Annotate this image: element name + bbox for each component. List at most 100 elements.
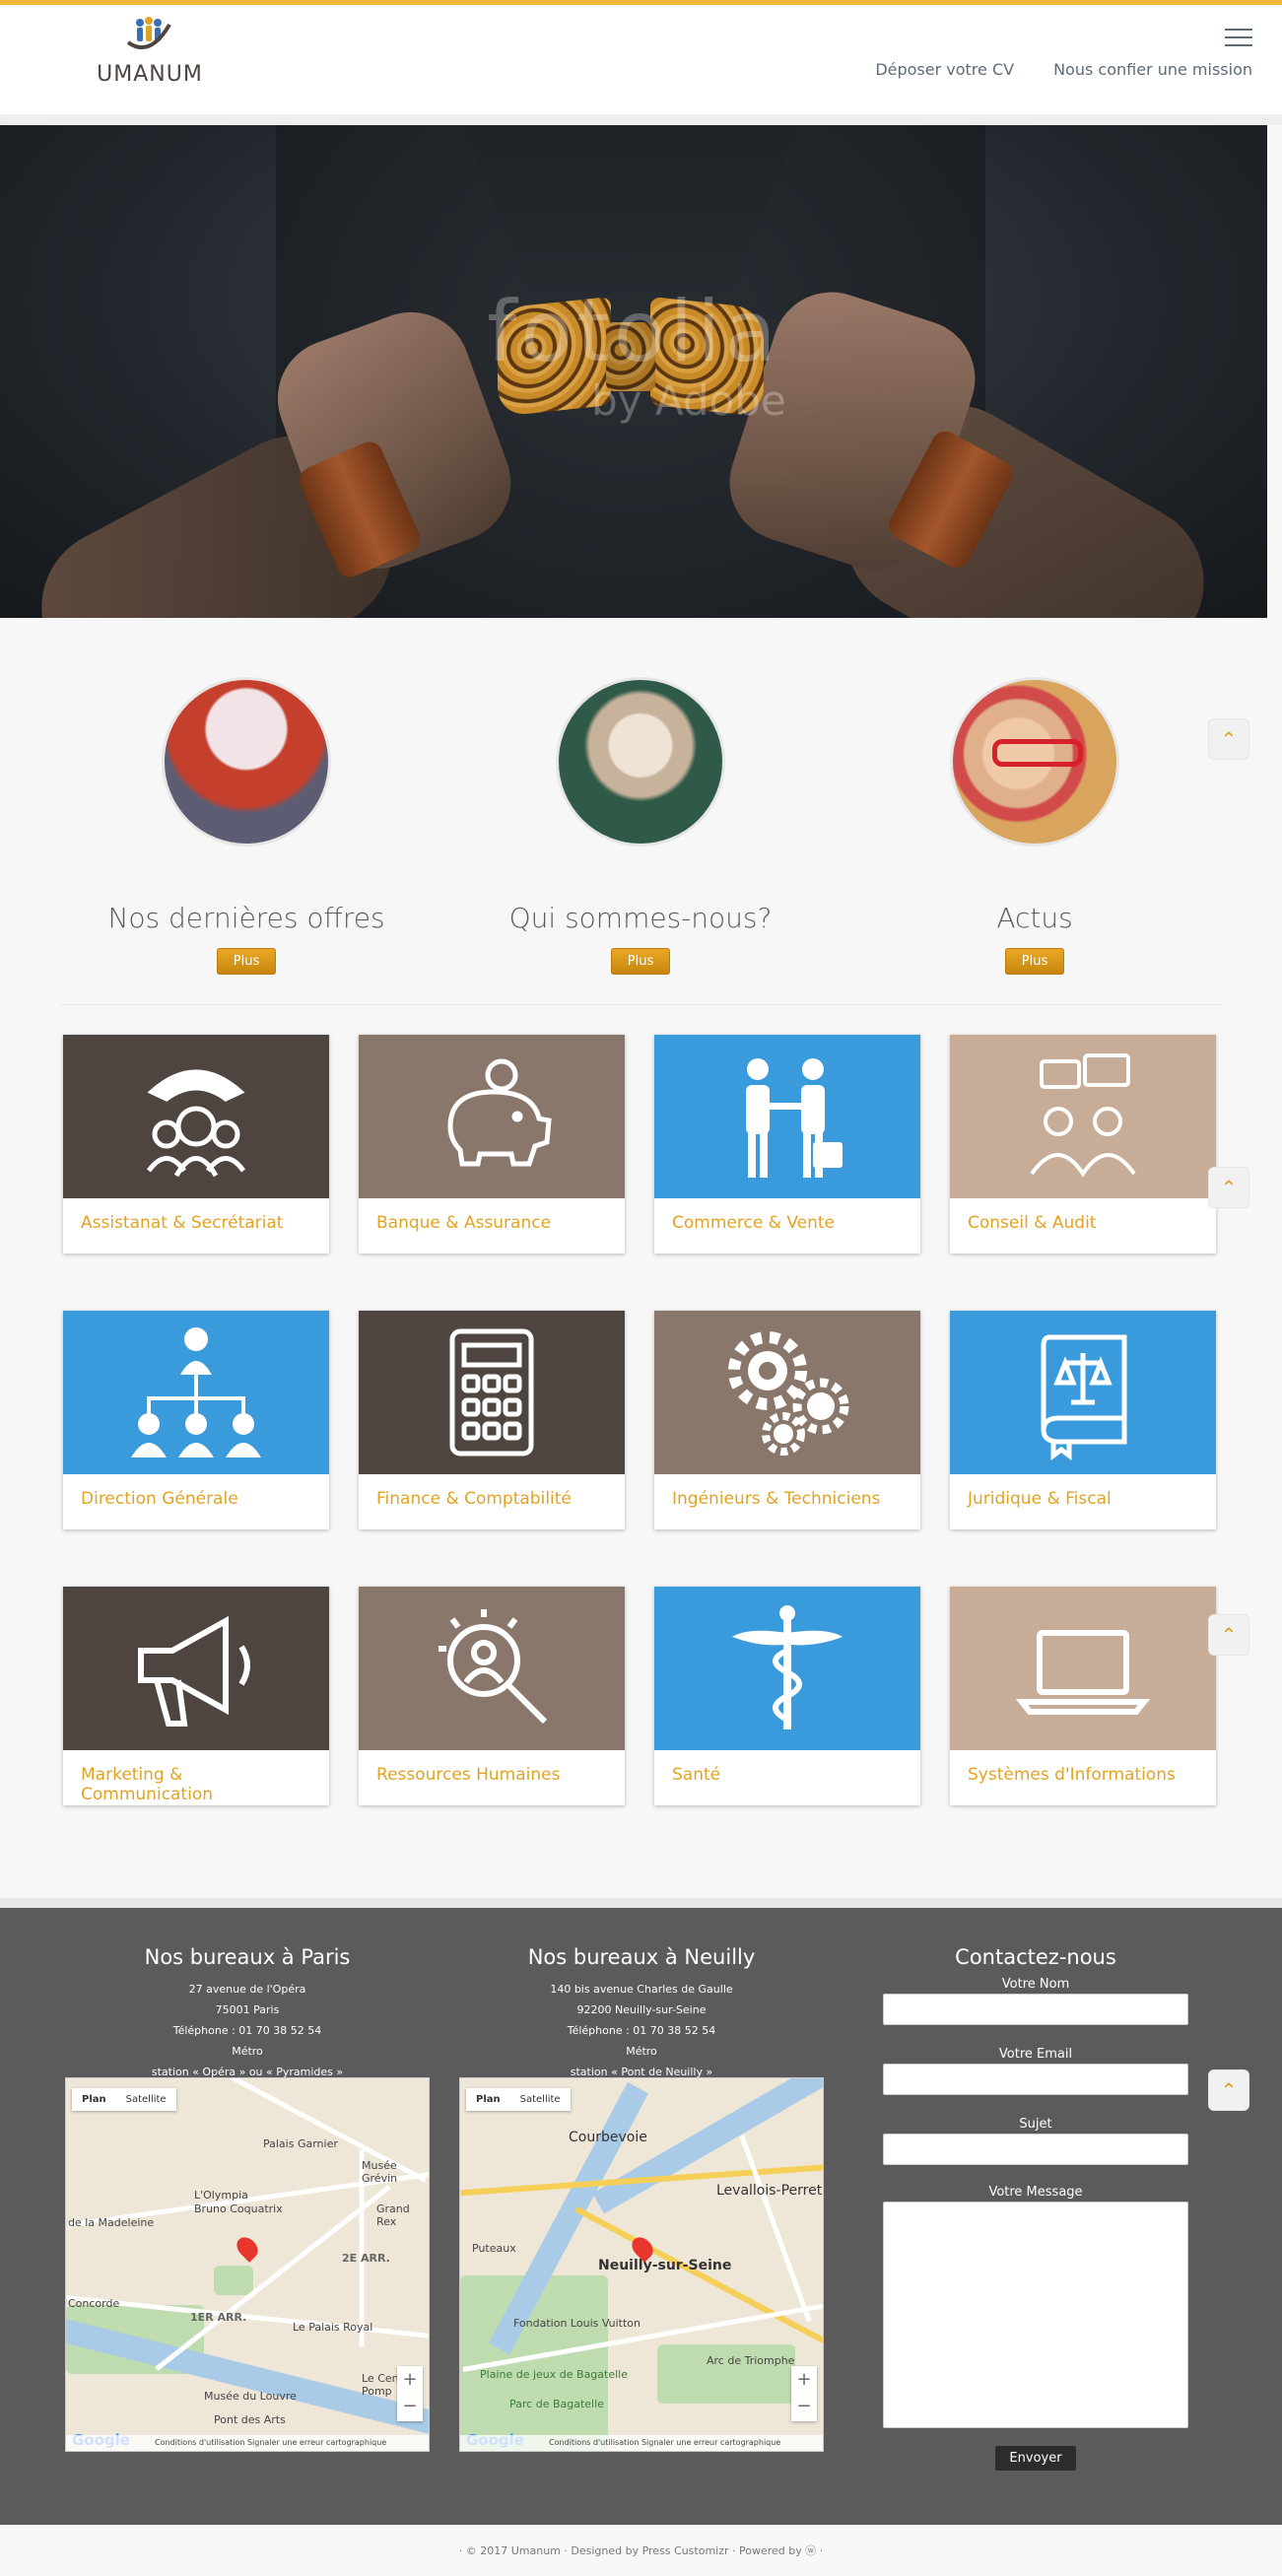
sector-card[interactable]: Finance & Comptabilité: [359, 1311, 625, 1529]
main-nav: Déposer votre CV Nous confier une missio…: [875, 60, 1252, 79]
sector-card[interactable]: Conseil & Audit: [950, 1035, 1216, 1254]
megaphone-icon: [138, 1615, 250, 1727]
name-input[interactable]: [883, 1994, 1188, 2025]
sector-card[interactable]: Ingénieurs & Techniciens: [654, 1311, 920, 1529]
watermark-sub: by Adobe: [591, 376, 786, 425]
featured-pages: Nos dernières offres Plus Qui sommes-nou…: [49, 677, 1232, 975]
featured-offres: Nos dernières offres Plus: [49, 677, 443, 975]
nav-deposer-cv[interactable]: Déposer votre CV: [875, 60, 1014, 79]
scroll-up-button[interactable]: ⌃: [1208, 2069, 1249, 2111]
chevron-up-icon: ⌃: [1220, 727, 1238, 751]
map-label: Parc de Bagatelle: [509, 2398, 604, 2410]
sector-card[interactable]: Ressources Humaines: [359, 1587, 625, 1805]
logo-people-icon: [126, 17, 171, 49]
subject-input[interactable]: [883, 2134, 1188, 2165]
plus-button[interactable]: Plus: [610, 948, 671, 975]
contact-form: Contactez-nous Votre Nom Votre Email Suj…: [883, 1945, 1188, 2471]
caduceus-icon: [732, 1605, 843, 1729]
scroll-up-button[interactable]: ⌃: [1208, 1167, 1249, 1208]
map-label: Concorde: [68, 2297, 120, 2310]
send-button[interactable]: Envoyer: [995, 2446, 1076, 2471]
map-label: Fondation Louis Vuitton: [513, 2317, 641, 2330]
scroll-up-button[interactable]: ⌃: [1208, 718, 1249, 760]
email-input[interactable]: [883, 2064, 1188, 2095]
hero-banner-image: fotolia by Adobe: [0, 125, 1267, 618]
message-textarea[interactable]: [883, 2202, 1188, 2428]
scroll-up-button[interactable]: ⌃: [1208, 1614, 1249, 1656]
map-label: de la Madeleine: [68, 2216, 155, 2229]
paris-map[interactable]: Plan Satellite Palais Garnier Musée Grévi…: [65, 2077, 430, 2452]
map-zoom-control[interactable]: + −: [791, 2366, 817, 2421]
consulting-icon: [1030, 1053, 1136, 1178]
site-logo[interactable]: UMANUM: [91, 15, 209, 87]
phone-line: Téléphone : 01 70 38 52 54: [172, 2024, 322, 2037]
plus-button[interactable]: Plus: [216, 948, 277, 975]
logo-text: UMANUM: [97, 62, 203, 87]
email-label: Votre Email: [998, 2047, 1073, 2062]
metro-label: Métro: [232, 2045, 263, 2058]
nav-confier-mission[interactable]: Nous confier une mission: [1053, 60, 1252, 79]
address-line: 27 avenue de l'Opéra: [188, 1983, 306, 1996]
map-label: Le Palais Royal: [293, 2321, 373, 2334]
map-zoom-control[interactable]: + −: [397, 2366, 423, 2421]
paris-office-title: Nos bureaux à Paris: [144, 1945, 351, 1969]
featured-title[interactable]: Actus: [838, 902, 1232, 934]
sector-card[interactable]: Santé: [654, 1587, 920, 1805]
copyright-bar: · © 2017 Umanum · Designed by Press Cust…: [0, 2525, 1282, 2576]
sector-label: Direction Générale: [81, 1489, 238, 1509]
watermark-text: fotolia: [487, 283, 780, 381]
sector-card[interactable]: Assistanat & Secrétariat: [63, 1035, 329, 1254]
sector-label: Commerce & Vente: [672, 1213, 836, 1233]
sector-card[interactable]: Direction Générale: [63, 1311, 329, 1529]
map-label: Courbevoie: [569, 2130, 647, 2145]
sector-label: Systèmes d'Informations: [968, 1765, 1176, 1785]
neuilly-map[interactable]: Plan Satellite Courbevoie Levallois-Perre…: [459, 2077, 824, 2452]
map-tab-satellite[interactable]: Satellite: [116, 2088, 176, 2111]
name-label: Votre Nom: [1001, 1977, 1070, 1992]
sector-card[interactable]: Juridique & Fiscal: [950, 1311, 1216, 1529]
map-marker-icon[interactable]: [233, 2233, 262, 2263]
paris-office: Nos bureaux à Paris 27 avenue de l'Opéra…: [65, 1945, 430, 2082]
featured-qui-sommes-nous: Qui sommes-nous? Plus: [443, 677, 838, 975]
map-label: Musée Grévin: [362, 2159, 398, 2185]
sector-card[interactable]: Banque & Assurance: [359, 1035, 625, 1254]
featured-image-binoculars[interactable]: [162, 677, 331, 847]
phone-line: Téléphone : 01 70 38 52 54: [567, 2024, 716, 2037]
subject-label: Sujet: [1019, 2117, 1052, 2132]
map-label: Neuilly-sur-Seine: [598, 2258, 732, 2273]
sector-card[interactable]: Marketing & Communication: [63, 1587, 329, 1805]
featured-image-surprised[interactable]: [950, 677, 1119, 847]
main-content: Nos dernières offres Plus Qui sommes-nou…: [0, 618, 1282, 1805]
calculator-icon: [449, 1328, 534, 1457]
map-label: Puteaux: [472, 2242, 516, 2255]
map-type-tabs: Plan Satellite: [72, 2088, 176, 2111]
map-label: Musée du Louvre: [204, 2390, 297, 2403]
site-header: UMANUM Déposer votre CV Nous confier une…: [0, 5, 1282, 115]
sector-card[interactable]: Commerce & Vente: [654, 1035, 920, 1254]
hamburger-menu-icon[interactable]: [1225, 29, 1252, 48]
sector-card[interactable]: Systèmes d'Informations: [950, 1587, 1216, 1805]
chevron-up-icon: ⌃: [1220, 2078, 1238, 2102]
sector-label: Conseil & Audit: [968, 1213, 1097, 1233]
sector-label: Santé: [672, 1765, 721, 1785]
map-tab-plan[interactable]: Plan: [72, 2088, 116, 2111]
map-label: Bruno Coquatrix: [194, 2203, 283, 2215]
featured-title[interactable]: Qui sommes-nous?: [443, 902, 838, 934]
featured-title[interactable]: Nos dernières offres: [49, 902, 443, 934]
header-divider: [0, 115, 1282, 125]
featured-actus: Actus Plus: [838, 677, 1232, 975]
map-footer[interactable]: Conditions d'utilisation Signaler une er…: [66, 2435, 429, 2451]
sector-label: Marketing & Communication: [81, 1765, 213, 1804]
map-tab-plan[interactable]: Plan: [466, 2088, 510, 2111]
map-label: Palais Garnier: [263, 2137, 338, 2150]
section-divider: [59, 1004, 1223, 1005]
sector-label: Ingénieurs & Techniciens: [672, 1489, 881, 1509]
map-label: 1ER ARR.: [190, 2311, 247, 2324]
featured-image-person[interactable]: [556, 677, 725, 847]
law-book-icon: [1041, 1334, 1127, 1460]
map-label: Arc de Triomphe: [707, 2354, 795, 2367]
map-tab-satellite[interactable]: Satellite: [510, 2088, 571, 2111]
map-footer[interactable]: Conditions d'utilisation Signaler une er…: [460, 2435, 823, 2451]
plus-button[interactable]: Plus: [1004, 948, 1065, 975]
map-label: 2E ARR.: [342, 2252, 390, 2265]
